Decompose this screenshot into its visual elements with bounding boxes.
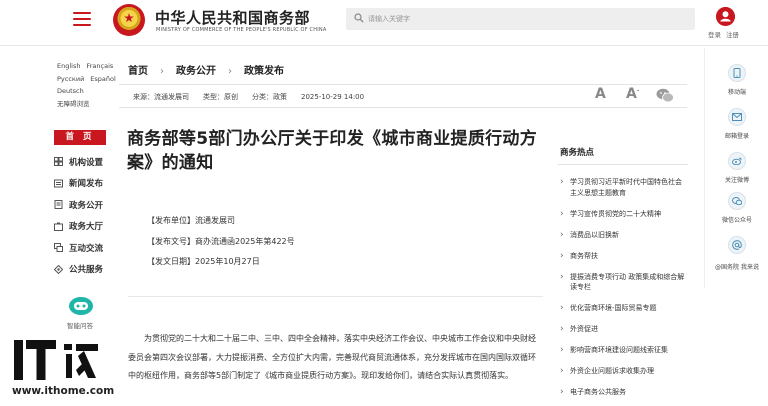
hot-news-item[interactable]: 学习贯彻习近平新时代中国特色社会主义思想主题教育 xyxy=(560,177,688,198)
mail-icon xyxy=(728,108,746,126)
hot-news-item[interactable]: 学习宣传贯彻党的二十大精神 xyxy=(560,209,688,220)
wechat-label: 微信公众号 xyxy=(721,217,752,224)
mail-label: 邮箱登录 xyxy=(724,133,749,140)
sidebar-item-label: 公共服务 xyxy=(69,265,104,276)
sidebar-item-public-service[interactable]: 公共服务 xyxy=(54,259,103,281)
sidebar-item-news[interactable]: 新闻发布 xyxy=(54,173,103,195)
hot-news-item[interactable]: 影响营商环境建设问题线索征集 xyxy=(560,345,688,356)
wechat-icon xyxy=(728,192,746,210)
meta-type: 类型：原创 xyxy=(203,93,238,101)
wechat-account-link[interactable]: 微信公众号 xyxy=(713,192,761,224)
site-subtitle: MINISTRY OF COMMERCE OF THE PEOPLE'S REP… xyxy=(156,27,327,33)
hot-news-list: 学习贯彻习近平新时代中国特色社会主义思想主题教育 学习宣传贯彻党的二十大精神 消… xyxy=(560,177,688,406)
weibo-icon xyxy=(728,152,746,170)
lang-spanish[interactable]: Español xyxy=(90,75,116,83)
sidebar-item-organization[interactable]: 机构设置 xyxy=(54,151,103,173)
search-input[interactable] xyxy=(368,11,678,27)
site-header: 中华人民共和国商务部 MINISTRY OF COMMERCE OF THE P… xyxy=(0,0,768,46)
menu-icon[interactable] xyxy=(73,12,91,27)
mobile-icon xyxy=(728,64,746,82)
user-icon[interactable] xyxy=(716,7,735,26)
breadcrumb-separator: › xyxy=(228,66,232,77)
robot-icon[interactable] xyxy=(68,296,94,316)
search-icon[interactable] xyxy=(354,13,364,23)
hot-news-item[interactable]: 优化营商环境-国际贸易专题 xyxy=(560,303,688,314)
info-date: 【发文日期】2025年10月27日 xyxy=(147,257,260,266)
font-smaller-button[interactable]: A- xyxy=(626,86,639,102)
font-smaller-sup: - xyxy=(636,87,640,95)
hot-news-item[interactable]: 消费品以旧换新 xyxy=(560,230,688,241)
meta-category: 分类：政策 xyxy=(252,93,287,101)
user-links: 登录 注册 xyxy=(708,29,744,39)
building-icon xyxy=(54,157,63,167)
hot-news-item[interactable]: 提振消费专项行动 政策集成和综合解读专栏 xyxy=(560,272,688,293)
lang-english[interactable]: English xyxy=(57,62,80,70)
breadcrumb-open-government[interactable]: 政务公开 xyxy=(176,66,216,77)
breadcrumb: 首页 › 政务公开 › 政策发布 xyxy=(128,62,284,77)
wechat-share-icon[interactable] xyxy=(656,88,674,103)
article-meta: 来源：流通发展司 类型：原创 分类：政策 2025-10-29 14:00 xyxy=(133,92,378,102)
right-sidebar: 移动端 邮箱登录 关注微博 微信公众号 @国务院 我来说 xyxy=(704,48,768,288)
news-icon xyxy=(54,179,63,188)
national-emblem-icon xyxy=(113,4,145,36)
lang-german[interactable]: Deutsch xyxy=(57,87,84,95)
ithome-url: www.ithome.com xyxy=(12,385,115,397)
search-box xyxy=(346,8,695,30)
hot-news-title: 商务热点 xyxy=(560,148,595,158)
language-links: English Français Русский Español Deutsch 无… xyxy=(57,60,122,110)
ithome-logo xyxy=(14,340,98,380)
hot-news-item[interactable]: 外资企业问题诉求收集办理 xyxy=(560,366,688,377)
register-link[interactable]: 注册 xyxy=(726,31,739,39)
sidebar-item-label: 机构设置 xyxy=(69,157,104,168)
barrier-free-link[interactable]: 无障碍浏览 xyxy=(57,100,90,108)
sidebar-item-interaction[interactable]: 互动交流 xyxy=(54,237,103,259)
breadcrumb-policy[interactable]: 政策发布 xyxy=(244,66,284,77)
breadcrumb-separator: › xyxy=(160,66,164,77)
sidebar-item-label: 新闻发布 xyxy=(69,179,104,190)
mail-link[interactable]: 邮箱登录 xyxy=(713,108,761,140)
article-title: 商务部等5部门办公厅关于印发《城市商业提质行动方案》的通知 xyxy=(127,129,538,173)
breadcrumb-home[interactable]: 首页 xyxy=(128,66,148,77)
hall-icon xyxy=(54,222,63,231)
weibo-label: 关注微博 xyxy=(724,177,749,184)
at-icon xyxy=(728,236,746,254)
lang-french[interactable]: Français xyxy=(86,62,113,70)
sidebar-item-label: 政务公开 xyxy=(69,200,104,211)
meta-source: 来源：流通发展司 xyxy=(133,93,189,101)
info-issuer: 【发布单位】流通发展司 xyxy=(147,216,235,225)
login-link[interactable]: 登录 xyxy=(708,31,721,39)
lang-russian[interactable]: Русский xyxy=(57,75,84,83)
hot-news-divider xyxy=(558,164,688,165)
sidebar-item-label: 互动交流 xyxy=(69,243,104,254)
article-body: 为贯彻党的二十大和二十届二中、三中、四中全会精神，落实中央经济工作会议、中央城市… xyxy=(128,334,536,380)
site-title[interactable]: 中华人民共和国商务部 xyxy=(155,7,310,28)
guowuyuan-link[interactable]: @国务院 我来说 xyxy=(713,236,761,271)
sidebar-item-open-government[interactable]: 政务公开 xyxy=(54,194,103,216)
hot-news-item[interactable]: 外资促进 xyxy=(560,324,688,335)
sidebar-item-service-hall[interactable]: 政务大厅 xyxy=(54,216,103,238)
nav-home[interactable]: 首 页 xyxy=(54,130,106,145)
document-icon xyxy=(54,200,63,210)
mobile-link[interactable]: 移动端 xyxy=(713,64,761,96)
service-icon xyxy=(54,264,63,274)
weibo-link[interactable]: 关注微博 xyxy=(713,152,761,184)
hot-news-item[interactable]: 商务帮扶 xyxy=(560,251,688,262)
hot-news-item[interactable]: 电子商务公共服务 xyxy=(560,387,688,398)
assistant-label[interactable]: 智能问答 xyxy=(67,320,93,330)
meta-datetime: 2025-10-29 14:00 xyxy=(301,93,365,101)
info-doc-number: 【发布文号】商办流通函2025年第422号 xyxy=(147,236,295,246)
content-divider xyxy=(128,296,543,297)
sidebar-nav: 机构设置 新闻发布 政务公开 政务大厅 互动交流 公共服务 xyxy=(54,151,103,280)
font-smaller-label: A xyxy=(626,86,637,102)
font-larger-button[interactable]: A xyxy=(595,86,606,102)
sidebar-item-label: 政务大厅 xyxy=(69,222,104,233)
article-info: 【发布单位】流通发展司 【发布文号】商办流通函2025年第422号 【发文日期】… xyxy=(147,211,295,273)
guowuyuan-label: @国务院 我来说 xyxy=(715,264,759,271)
chat-icon xyxy=(54,243,63,253)
mobile-label: 移动端 xyxy=(727,89,746,96)
